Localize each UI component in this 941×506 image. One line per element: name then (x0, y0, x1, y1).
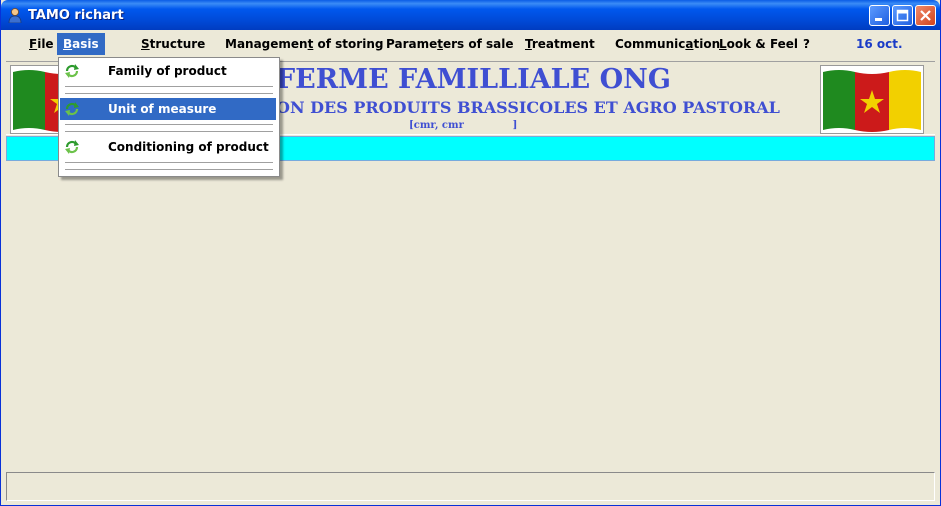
menu-parameters-of-sale[interactable]: Parameters of sale (386, 33, 514, 55)
menu-help[interactable]: ? (803, 33, 810, 55)
menu-structure[interactable]: Structure (141, 33, 205, 55)
menu-file-rest: ile (37, 37, 54, 51)
menu-separator (65, 169, 273, 171)
application-window: TAMO richart File Basis Structure Manage… (0, 0, 941, 506)
close-button[interactable] (915, 5, 936, 26)
menu-item-label: Conditioning of product (108, 140, 269, 154)
menu-look-and-feel[interactable]: Look & Feel (719, 33, 798, 55)
title-bar[interactable]: TAMO richart (1, 0, 940, 30)
minimize-button[interactable] (869, 5, 890, 26)
menu-item-conditioning-of-product[interactable]: Conditioning of product (60, 136, 276, 158)
minimize-icon (875, 18, 882, 21)
menu-communication-part1: Communic (615, 37, 686, 51)
close-icon (920, 10, 931, 21)
flag-right (820, 65, 924, 134)
menu-management-of-storing[interactable]: Management of storing (225, 33, 383, 55)
refresh-icon (65, 102, 79, 116)
menu-file[interactable]: File (29, 33, 54, 55)
menu-item-unit-of-measure[interactable]: Unit of measure (60, 98, 276, 120)
refresh-icon (65, 140, 79, 154)
menu-communication-part2: tion (693, 37, 721, 51)
window-title: TAMO richart (28, 8, 124, 23)
banner-subtitle: ON DES PRODUITS BRASSICOLES ET AGRO PAST… (276, 98, 780, 117)
menu-separator (65, 124, 273, 126)
menu-separator (65, 131, 273, 133)
menu-separator (65, 86, 273, 88)
menu-separator (65, 93, 273, 95)
menu-separator (65, 162, 273, 164)
banner-title: FERME FAMILLIALE ONG (276, 64, 671, 95)
maximize-button[interactable] (892, 5, 913, 26)
menu-communication[interactable]: Communication (615, 33, 720, 55)
menu-basis-rest: asis (72, 37, 99, 51)
menu-parameters-part1: Parame (386, 37, 438, 51)
menu-treatment-rest: reatment (531, 37, 595, 51)
refresh-icon (65, 64, 79, 78)
cameroon-flag-icon (823, 70, 921, 132)
maximize-icon (896, 9, 909, 22)
menu-parameters-part2: ers of sale (442, 37, 514, 51)
menu-item-label: Family of product (108, 64, 227, 78)
main-content-area (6, 163, 935, 469)
menu-treatment[interactable]: Treatment (525, 33, 595, 55)
menu-look-rest: ook & Feel (726, 37, 799, 51)
status-bar (6, 472, 935, 501)
banner-small-text: [cmr, cmr ] (409, 120, 518, 131)
menu-management-part2: of storing (313, 37, 384, 51)
menu-structure-rest: tructure (149, 37, 206, 51)
menu-basis[interactable]: Basis (57, 33, 105, 55)
menu-item-family-of-product[interactable]: Family of product (60, 60, 276, 82)
menu-management-part1: Managemen (225, 37, 308, 51)
menu-bar: File Basis Structure Management of stori… (4, 32, 937, 73)
basis-dropdown-menu: Family of product Unit of measure Condit… (58, 57, 280, 177)
user-icon (8, 8, 22, 23)
menu-item-label: Unit of measure (108, 102, 217, 116)
